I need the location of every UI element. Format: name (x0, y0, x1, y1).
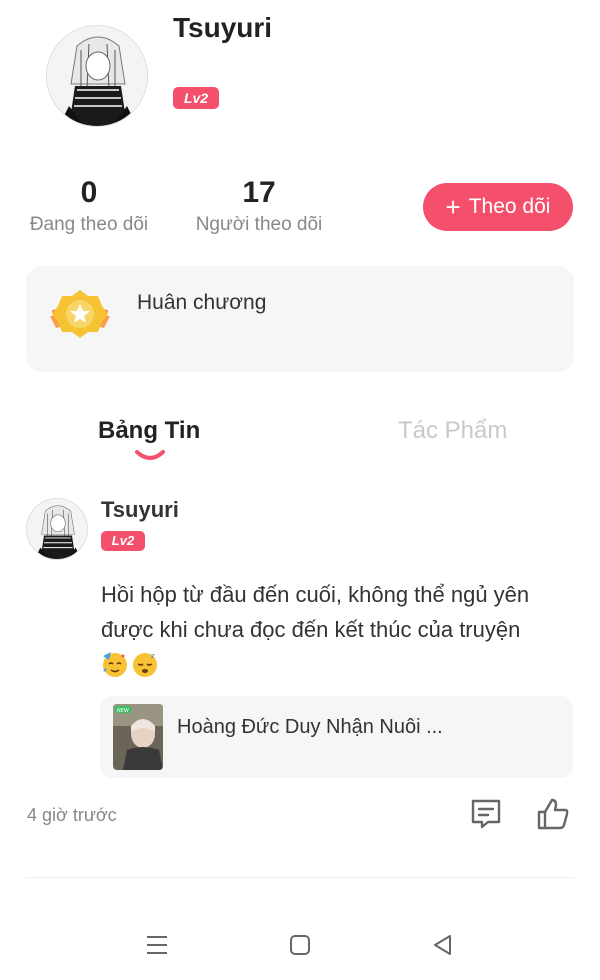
plus-icon: + (445, 192, 461, 222)
svg-text:z: z (151, 652, 155, 660)
medal-card[interactable]: Huân chương (26, 266, 574, 372)
sleeping-face-emoji-icon: z (133, 652, 157, 677)
post-emojis: z (101, 650, 159, 678)
new-badge: NEW (117, 708, 129, 714)
medal-label: Huân chương (137, 291, 267, 314)
comment-icon[interactable] (468, 796, 504, 832)
book-cover-image: NEW (113, 704, 163, 770)
follow-button[interactable]: + Theo dõi (423, 183, 573, 231)
home-icon[interactable] (285, 930, 315, 960)
divider (26, 877, 574, 878)
profile-username: Tsuyuri (173, 12, 273, 43)
followers-count: 17 (242, 176, 276, 209)
profile-header: Tsuyuri Lv2 (0, 0, 600, 160)
following-count: 0 (80, 176, 98, 209)
post-level-badge: Lv2 (101, 531, 145, 551)
post-timestamp: 4 giờ trước (27, 805, 117, 825)
back-icon[interactable] (428, 930, 458, 960)
tab-works[interactable]: Tác Phẩm (398, 417, 507, 445)
active-tab-indicator (135, 450, 165, 460)
party-face-emoji-icon (103, 652, 127, 677)
post-text: Hồi hộp từ đầu đến cuối, không thể ngủ y… (101, 582, 530, 642)
following-label: Đang theo dõi (29, 214, 149, 235)
followers-label: Người theo dõi (195, 214, 323, 235)
menu-icon[interactable] (142, 930, 172, 960)
thumbs-up-icon[interactable] (535, 796, 571, 832)
system-navigation-bar (0, 920, 600, 970)
post-username[interactable]: Tsuyuri (101, 497, 179, 523)
book-title: Hoàng Đức Duy Nhận Nuôi ... (177, 716, 443, 738)
anime-character-avatar-icon (27, 499, 87, 559)
linked-book-card[interactable]: NEW Hoàng Đức Duy Nhận Nuôi ... (100, 696, 573, 778)
follow-button-label: Theo dõi (468, 195, 551, 218)
avatar[interactable] (46, 25, 148, 127)
anime-character-avatar-icon (47, 26, 147, 126)
followers-stat[interactable]: 17 Người theo dõi (186, 176, 332, 236)
post-avatar[interactable] (26, 498, 88, 560)
content-tabs: Bảng Tin Tác Phẩm (0, 405, 600, 465)
winged-medal-icon (50, 290, 110, 338)
level-badge: Lv2 (173, 87, 219, 109)
following-stat[interactable]: 0 Đang theo dõi (22, 176, 156, 236)
tab-news-feed[interactable]: Bảng Tin (98, 417, 200, 445)
